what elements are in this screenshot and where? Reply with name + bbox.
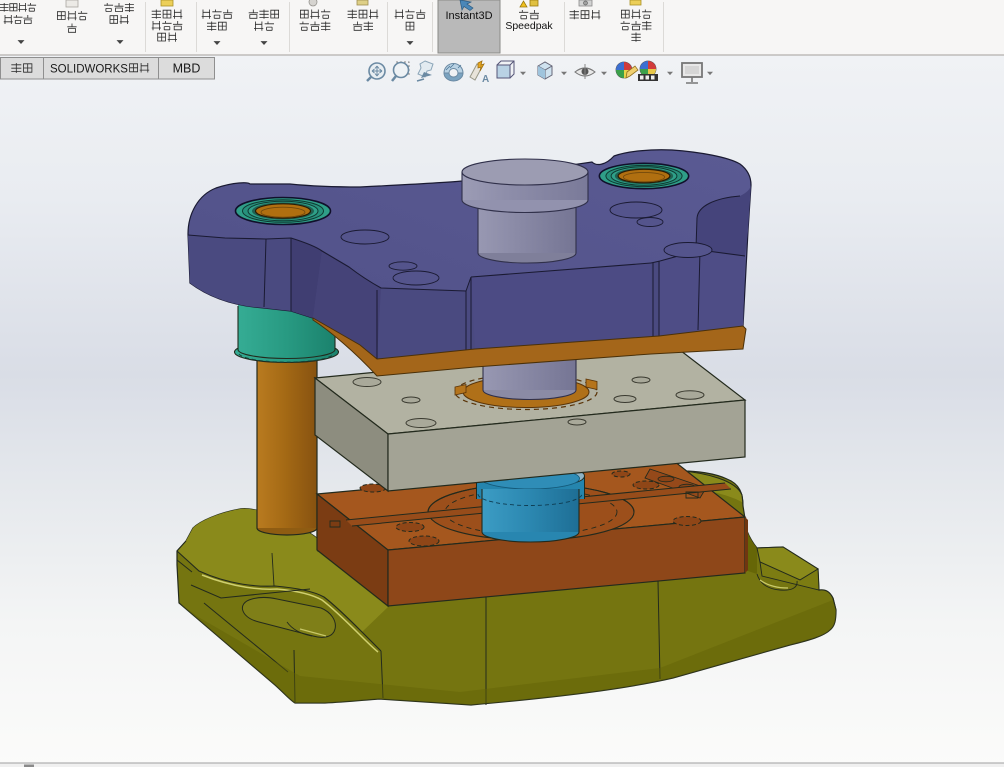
svg-text:A: A: [482, 74, 489, 85]
svg-text:Speedpak: Speedpak: [505, 20, 553, 32]
svg-text:SOLIDWORKS: SOLIDWORKS: [50, 64, 128, 76]
svg-text:Instant3D: Instant3D: [445, 10, 492, 22]
svg-text:MBD: MBD: [173, 62, 201, 76]
